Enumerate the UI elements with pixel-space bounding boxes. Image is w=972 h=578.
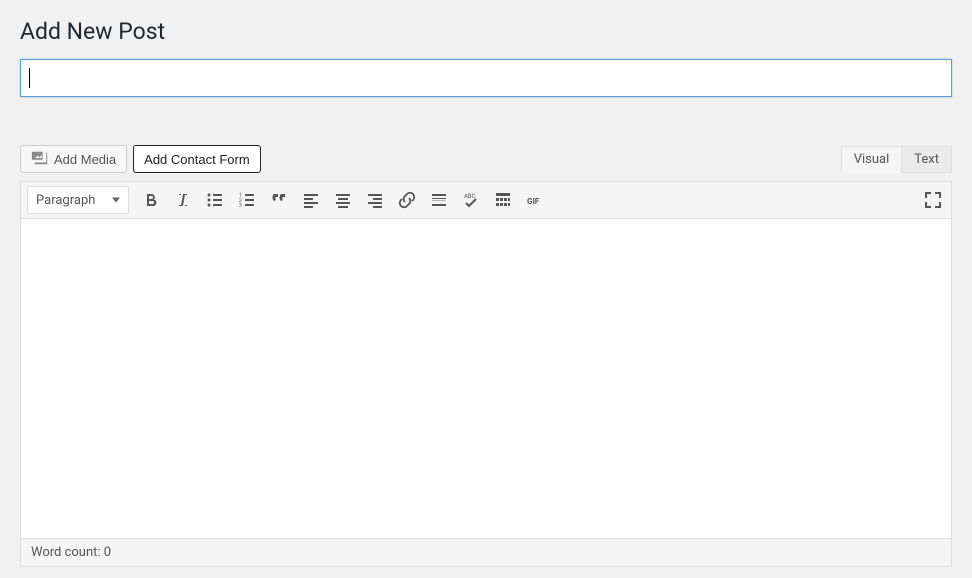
page-title: Add New Post [20,18,952,45]
post-title-input[interactable] [20,59,952,97]
blockquote-button[interactable] [267,188,291,212]
word-count-value: 0 [104,545,111,560]
align-right-button[interactable] [363,188,387,212]
tab-visual[interactable]: Visual [841,146,903,173]
bold-button[interactable] [139,188,163,212]
align-left-button[interactable] [299,188,323,212]
tab-text[interactable]: Text [902,146,952,173]
bullet-list-button[interactable] [203,188,227,212]
add-contact-form-label: Add Contact Form [144,152,250,167]
align-center-button[interactable] [331,188,355,212]
numbered-list-button[interactable]: 123 [235,188,259,212]
svg-text:3: 3 [239,203,242,209]
word-count-label: Word count: [31,545,101,560]
format-select[interactable]: Paragraph [27,186,129,214]
add-contact-form-button[interactable]: Add Contact Form [133,145,261,173]
format-select-label: Paragraph [36,193,95,208]
add-media-label: Add Media [54,152,116,167]
add-media-button[interactable]: Add Media [20,145,127,173]
status-bar: Word count: 0 [20,538,952,567]
text-cursor [29,68,30,88]
gif-button[interactable]: GIF [523,188,547,212]
spellcheck-button[interactable]: ABC [459,188,483,212]
editor-toolbar: Paragraph 123 [20,181,952,218]
media-icon [31,149,49,170]
italic-button[interactable] [171,188,195,212]
svg-text:GIF: GIF [527,197,540,206]
link-button[interactable] [395,188,419,212]
read-more-button[interactable] [427,188,451,212]
toolbar-toggle-button[interactable] [491,188,515,212]
editor-content[interactable] [20,218,952,538]
fullscreen-button[interactable] [921,188,945,212]
svg-text:ABC: ABC [464,193,476,200]
